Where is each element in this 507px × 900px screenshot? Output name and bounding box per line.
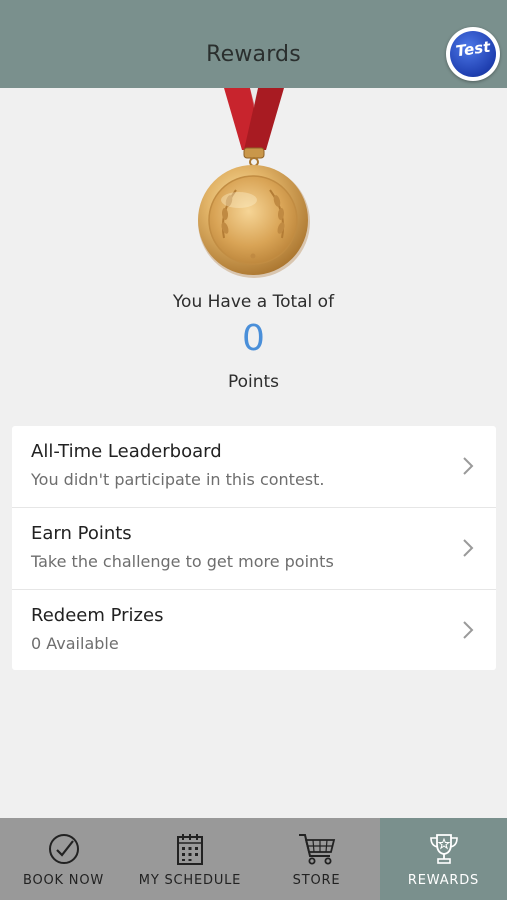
earn-points-row[interactable]: Earn Points Take the challenge to get mo… bbox=[12, 507, 496, 588]
leaderboard-title: All-Time Leaderboard bbox=[31, 441, 222, 462]
avatar[interactable]: Test bbox=[446, 27, 500, 81]
tab-my-schedule[interactable]: MY SCHEDULE bbox=[127, 818, 253, 900]
tab-label: MY SCHEDULE bbox=[138, 873, 242, 888]
points-value: 0 bbox=[242, 318, 265, 359]
tab-rewards[interactable]: REWARDS bbox=[380, 818, 507, 900]
avatar-image: Test bbox=[450, 31, 496, 77]
redeem-prizes-subtitle: 0 Available bbox=[31, 634, 119, 653]
page-title: Rewards bbox=[206, 42, 301, 67]
tab-label: BOOK NOW bbox=[22, 873, 105, 888]
avatar-text: Test bbox=[454, 37, 492, 61]
leaderboard-row[interactable]: All-Time Leaderboard You didn't particip… bbox=[12, 426, 496, 507]
chevron-right-icon bbox=[463, 539, 474, 557]
tab-store[interactable]: STORE bbox=[253, 818, 380, 900]
earn-points-subtitle: Take the challenge to get more points bbox=[31, 552, 334, 571]
redeem-prizes-title: Redeem Prizes bbox=[31, 605, 164, 626]
points-unit-label: Points bbox=[227, 372, 280, 392]
earn-points-title: Earn Points bbox=[31, 523, 132, 544]
chevron-right-icon bbox=[463, 621, 474, 639]
tab-book-now[interactable]: BOOK NOW bbox=[0, 818, 127, 900]
tab-label: STORE bbox=[292, 873, 341, 888]
tab-label: REWARDS bbox=[407, 873, 480, 888]
bottom-tab-bar: BOOK NOW MY SCHEDULE STORE REWARDS bbox=[0, 818, 507, 900]
redeem-prizes-row[interactable]: Redeem Prizes 0 Available bbox=[12, 589, 496, 670]
leaderboard-subtitle: You didn't participate in this contest. bbox=[31, 470, 325, 489]
cart-icon bbox=[298, 834, 335, 865]
trophy-icon bbox=[429, 834, 458, 864]
medal-icon bbox=[194, 88, 314, 283]
app-header: Rewards Test bbox=[0, 0, 507, 88]
points-total-label: You Have a Total of bbox=[172, 292, 335, 312]
rewards-menu: All-Time Leaderboard You didn't particip… bbox=[12, 426, 496, 670]
calendar-icon bbox=[177, 834, 203, 865]
check-circle-icon bbox=[48, 834, 79, 864]
chevron-right-icon bbox=[463, 457, 474, 475]
